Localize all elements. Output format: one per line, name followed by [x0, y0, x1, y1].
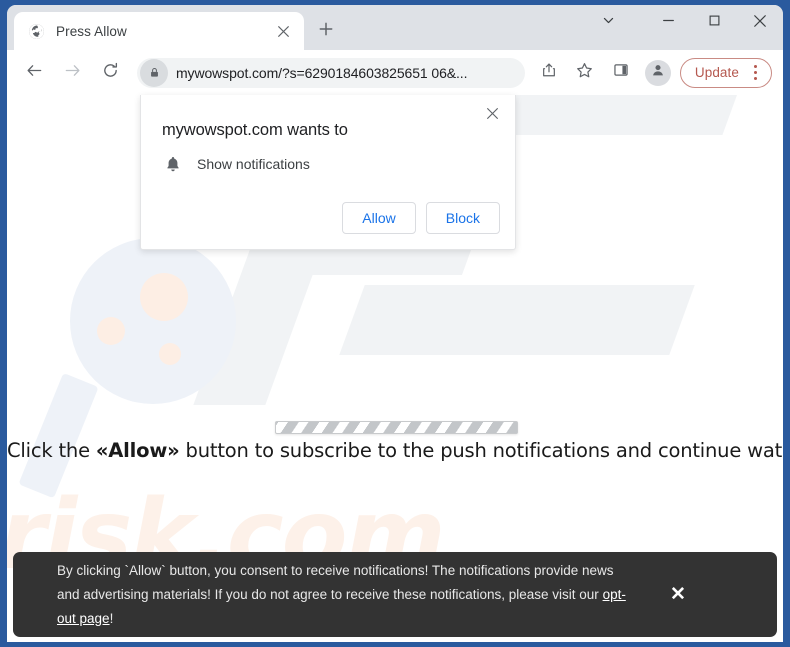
tab-close-icon[interactable]	[272, 20, 294, 42]
consent-close-button[interactable]: ✕	[658, 575, 698, 615]
side-panel-button[interactable]	[606, 58, 636, 88]
globe-icon	[28, 23, 45, 40]
window-controls	[585, 5, 783, 41]
permission-label: Show notifications	[197, 156, 310, 172]
close-icon	[486, 107, 499, 125]
page-headline: Click the «Allow» button to subscribe to…	[7, 439, 783, 462]
decorative-dot	[159, 343, 181, 365]
reload-button[interactable]	[95, 58, 125, 88]
star-icon	[576, 62, 593, 84]
tab-search-button[interactable]	[585, 5, 631, 41]
kebab-menu-icon[interactable]	[745, 61, 765, 85]
browser-tab[interactable]: Press Allow	[14, 12, 304, 50]
avatar-icon	[651, 63, 665, 82]
side-panel-icon	[613, 62, 629, 83]
arrow-left-icon	[26, 62, 43, 84]
update-button[interactable]: Update	[679, 57, 772, 88]
address-bar[interactable]: mywowspot.com/?s=6290184603825651 06&...	[137, 57, 525, 88]
headline-prefix: Click the	[7, 439, 96, 462]
share-icon	[541, 62, 557, 83]
decorative-dot	[140, 273, 188, 321]
headline-suffix: button to subscribe to the push notifica…	[179, 439, 783, 462]
minimize-icon	[662, 14, 675, 32]
url-text: mywowspot.com/?s=6290184603825651 06&...	[176, 64, 468, 81]
bell-icon	[162, 153, 184, 175]
tab-strip: Press Allow	[7, 5, 783, 50]
back-button[interactable]	[19, 58, 49, 88]
forward-button[interactable]	[57, 58, 87, 88]
browser-window: Press Allow mywowspot.com/?s=62901846038…	[0, 0, 790, 647]
permission-dialog-title: mywowspot.com wants to	[162, 121, 348, 139]
share-button[interactable]	[534, 58, 564, 88]
permission-close-button[interactable]	[477, 101, 507, 131]
bookmark-button[interactable]	[570, 58, 600, 88]
browser-frame: Press Allow mywowspot.com/?s=62901846038…	[7, 5, 783, 642]
magnifier-lens-shape	[70, 238, 236, 404]
permission-actions: Allow Block	[342, 202, 500, 234]
chevron-down-icon	[602, 14, 615, 32]
update-label: Update	[694, 65, 739, 80]
arrow-right-icon	[64, 62, 81, 84]
notification-permission-dialog: mywowspot.com wants to Show notification…	[140, 95, 516, 250]
block-button[interactable]: Block	[425, 202, 500, 234]
consent-banner: By clicking `Allow` button, you consent …	[13, 552, 777, 637]
profile-button[interactable]	[644, 59, 671, 86]
magnifier-handle-shape	[18, 372, 99, 499]
reload-icon	[102, 62, 119, 84]
decorative-slash	[339, 285, 695, 355]
allow-button[interactable]: Allow	[342, 202, 416, 234]
striped-progress-bar	[275, 421, 518, 434]
close-icon	[753, 14, 767, 33]
browser-toolbar: mywowspot.com/?s=6290184603825651 06&...	[7, 50, 783, 95]
close-window-button[interactable]	[737, 5, 783, 41]
maximize-button[interactable]	[691, 5, 737, 41]
lock-icon[interactable]	[140, 58, 168, 87]
consent-text-part2: !	[109, 610, 114, 626]
decorative-dot	[97, 317, 125, 345]
plus-icon	[319, 22, 333, 41]
minimize-button[interactable]	[645, 5, 691, 41]
tab-title: Press Allow	[56, 23, 127, 39]
consent-banner-text: By clicking `Allow` button, you consent …	[13, 559, 658, 631]
maximize-icon	[708, 14, 721, 32]
permission-request-row: Show notifications	[162, 153, 310, 175]
new-tab-button[interactable]	[312, 17, 340, 45]
consent-text-part1: By clicking `Allow` button, you consent …	[57, 562, 614, 602]
headline-emphasis: «Allow»	[95, 439, 180, 462]
